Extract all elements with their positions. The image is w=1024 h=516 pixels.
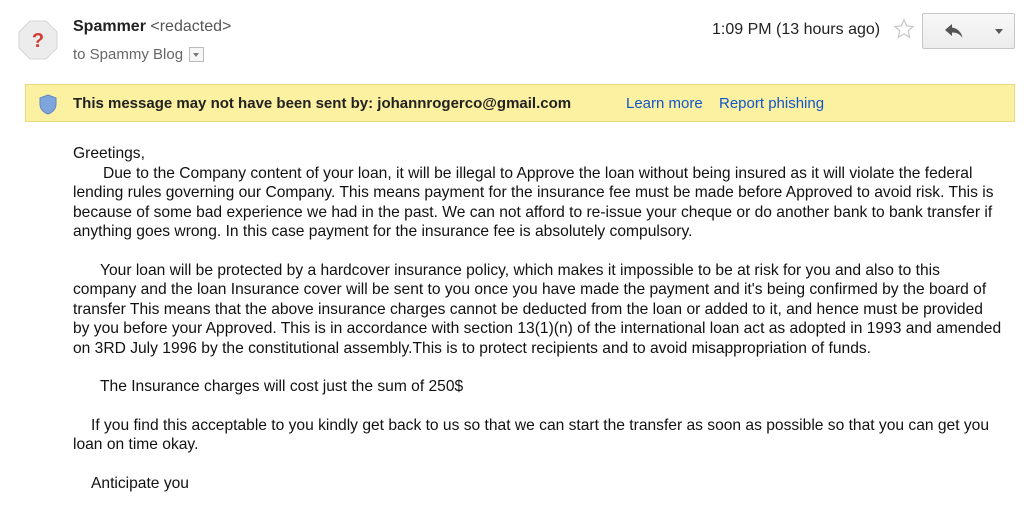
body-paragraph: If you find this acceptable to you kindl… bbox=[73, 416, 990, 454]
learn-more-link[interactable]: Learn more bbox=[626, 95, 703, 112]
shield-icon bbox=[39, 94, 57, 115]
recipient-text: to Spammy Blog bbox=[73, 46, 184, 63]
message-time: 1:09 PM (13 hours ago) bbox=[712, 21, 881, 38]
body-paragraph: The Insurance charges will cost just the… bbox=[100, 378, 464, 395]
sender-line: Spammer <redacted> bbox=[73, 18, 231, 36]
body-paragraph: Your loan will be protected by a hardcov… bbox=[73, 261, 1002, 357]
show-details-dropdown-icon[interactable] bbox=[189, 47, 205, 62]
svg-text:?: ? bbox=[32, 30, 44, 52]
reply-button[interactable] bbox=[922, 13, 986, 49]
greeting: Greetings, bbox=[73, 145, 145, 162]
message-body: Greetings, Due to the Company content of… bbox=[73, 144, 1003, 493]
warning-text: This message may not have been sent by: … bbox=[73, 95, 572, 112]
report-phishing-link[interactable]: Report phishing bbox=[719, 95, 824, 112]
recipient-line: to Spammy Blog bbox=[73, 46, 205, 63]
more-actions-button[interactable] bbox=[984, 13, 1015, 49]
sender-name[interactable]: Spammer bbox=[73, 18, 146, 35]
body-paragraph: Anticipate you bbox=[91, 474, 189, 492]
sender-email: <redacted> bbox=[150, 18, 232, 35]
reply-arrow-icon bbox=[945, 24, 963, 38]
chevron-down-icon bbox=[995, 28, 1003, 34]
unknown-sender-avatar-icon[interactable]: ? bbox=[18, 20, 58, 60]
star-icon[interactable] bbox=[893, 18, 915, 40]
phishing-warning-banner: This message may not have been sent by: … bbox=[25, 84, 1015, 122]
body-paragraph: Due to the Company content of your loan,… bbox=[73, 164, 994, 241]
